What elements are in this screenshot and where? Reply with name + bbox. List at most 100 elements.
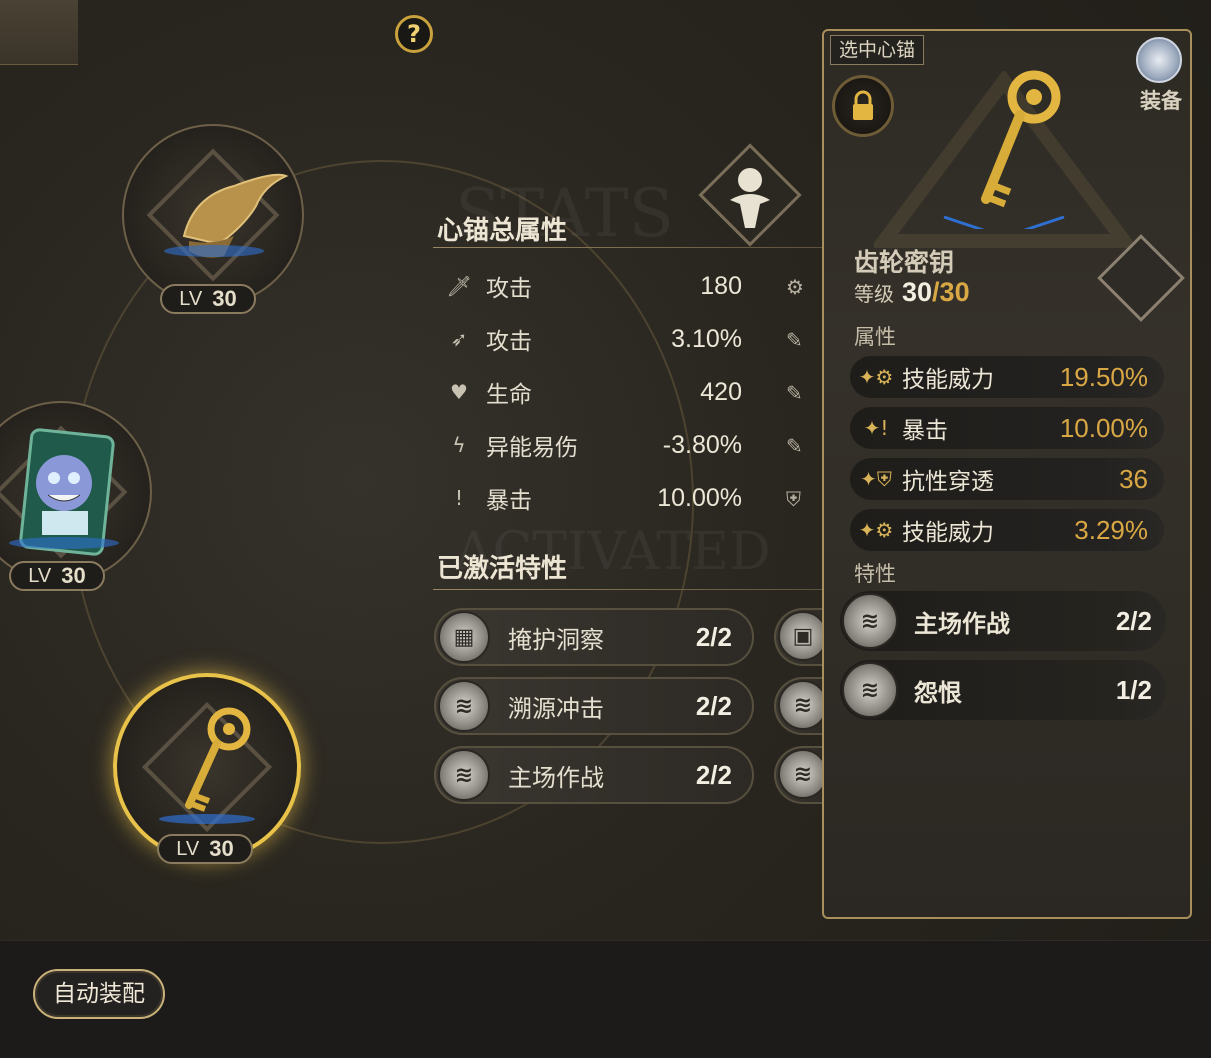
anchor-slot-2[interactable] — [0, 401, 152, 583]
crit-icon: ! — [454, 486, 464, 510]
stats-section-title: 心锚总属性 — [437, 216, 568, 246]
trait-item-partial[interactable]: ≋ — [774, 746, 826, 804]
trait-item[interactable]: ▦ 掩护洞察 2/2 — [434, 608, 754, 666]
trait-count: 2/2 — [695, 690, 732, 721]
trait-name: 掩护洞察 — [508, 625, 604, 654]
slot-1-level-badge: LV 30 — [160, 284, 256, 314]
attribute-value: 19.50% — [1059, 361, 1148, 392]
attribute-name: 技能威力 — [902, 367, 994, 393]
gear-stat-icon: ⚙ — [786, 275, 804, 299]
item-name: 齿轮密钥 — [854, 248, 955, 277]
panel-tag: 选中心锚 — [830, 35, 925, 65]
trait-name: 主场作战 — [508, 763, 604, 792]
equipped-character-avatar[interactable] — [1136, 37, 1182, 83]
trait-name: 怨恨 — [914, 678, 962, 707]
level-label: 等级 — [854, 282, 894, 306]
attribute-row: ✦! 暴击 10.00% — [850, 407, 1164, 449]
attribute-name: 抗性穿透 — [902, 469, 994, 495]
item-level: 等级 30/30 — [854, 277, 970, 308]
stat-row: ! 暴击 10.00% — [442, 478, 742, 518]
trait-count: 2/2 — [695, 621, 732, 652]
selected-anchor-panel: 选中心锚 装备 齿轮密钥 等级 30/30 属性 ✦⚙ 技能威力 19.50% … — [822, 29, 1192, 919]
attribute-row: ✦⛨ 抗性穿透 36 — [850, 458, 1164, 500]
level-value: 30 — [61, 563, 86, 588]
panel-trait[interactable]: ≋ 怨恨 1/2 — [840, 660, 1166, 720]
level-max: /30 — [932, 277, 970, 307]
stats-divider — [433, 247, 833, 248]
anchor-slot-3[interactable] — [113, 673, 301, 861]
cheshire-cat-card-icon — [0, 425, 128, 559]
level-label: LV — [176, 837, 200, 860]
gear-key-icon — [141, 701, 273, 833]
equip-label: 装备 — [1140, 89, 1182, 113]
attribute-value: 36 — [1119, 463, 1148, 494]
stat-value: 420 — [700, 377, 742, 406]
trait-count: 2/2 — [1115, 605, 1152, 636]
trait-count: 1/2 — [1115, 674, 1152, 705]
shield-plate-icon: ▣ — [778, 611, 826, 661]
attribute-name: 暴击 — [902, 418, 948, 444]
gear-key-icon — [943, 70, 1065, 229]
stat-name: 攻击 — [486, 276, 532, 302]
stat-name: 攻击 — [486, 329, 532, 355]
stat-name: 暴击 — [486, 488, 532, 514]
attribute-row: ✦⚙ 技能威力 19.50% — [850, 356, 1164, 398]
stat-value: 180 — [700, 271, 742, 300]
crit-icon: ✦! — [863, 416, 889, 440]
stat-row: 🗡 攻击 180 — [442, 266, 742, 306]
pen-stat-icon: ✎ — [786, 434, 803, 458]
claw-slash-icon: ≋ — [438, 680, 490, 732]
stat-row: ➶ 攻击 3.10% — [442, 319, 742, 359]
trait-item-partial[interactable]: ≋ — [774, 677, 826, 735]
traits-section-title: 已激活特性 — [437, 554, 568, 584]
trait-item-partial[interactable]: ▣ — [774, 608, 826, 666]
level-value: 30 — [212, 286, 237, 311]
traits-label: 特性 — [854, 562, 896, 586]
trait-item[interactable]: ≋ 主场作战 2/2 — [434, 746, 754, 804]
attribute-row: ✦⚙ 技能威力 3.29% — [850, 509, 1164, 551]
attribute-value: 10.00% — [1059, 412, 1148, 443]
center-pedestal-icon — [698, 143, 802, 247]
stat-name: 生命 — [486, 382, 532, 408]
pen-stat-icon: ✎ — [786, 381, 803, 405]
claw-slash-icon: ≋ — [842, 593, 898, 649]
level-value: 30 — [209, 836, 234, 861]
trait-name: 主场作战 — [914, 609, 1010, 638]
claw-slash-icon: ≋ — [842, 662, 898, 718]
stat-value: -3.80% — [662, 430, 742, 459]
stat-row: ϟ 异能易伤 -3.80% — [442, 425, 742, 465]
panel-trait[interactable]: ≋ 主场作战 2/2 — [840, 591, 1166, 651]
lightning-icon: ϟ — [452, 433, 466, 457]
resist-pen-icon: ✦⛨ — [860, 467, 892, 491]
slot-3-level-badge: LV 30 — [157, 834, 253, 864]
top-left-tab[interactable] — [0, 0, 78, 65]
slot-2-level-badge: LV 30 — [9, 561, 105, 591]
help-button[interactable]: ? — [395, 15, 433, 53]
trait-item[interactable]: ≋ 溯源冲击 2/2 — [434, 677, 754, 735]
pen-stat-icon: ✎ — [786, 328, 803, 352]
attribute-name: 技能威力 — [902, 520, 994, 546]
claw-slash-icon: ≋ — [778, 680, 826, 730]
stat-value: 10.00% — [657, 483, 742, 512]
stat-value: 3.10% — [671, 324, 742, 353]
winged-ornament-icon — [146, 148, 289, 282]
attributes-label: 属性 — [854, 325, 896, 349]
level-current: 30 — [902, 277, 933, 307]
level-label: LV — [179, 287, 203, 310]
claw-slash-icon: ≋ — [778, 749, 826, 799]
trait-count: 2/2 — [695, 759, 732, 790]
heart-icon: ♥ — [450, 380, 468, 404]
bottom-bar — [0, 940, 1211, 1058]
question-icon: ? — [407, 20, 421, 48]
wall-slash-icon: ▦ — [438, 611, 490, 663]
traits-divider — [433, 589, 833, 590]
shield-stat-icon: ⛨ — [786, 487, 801, 511]
auto-equip-button[interactable]: 自动装配 — [33, 969, 165, 1019]
sword-icon: 🗡 — [446, 274, 472, 298]
arrow-icon: ➶ — [450, 327, 468, 351]
skill-power-icon: ✦⚙ — [858, 518, 894, 542]
stat-name: 异能易伤 — [486, 435, 578, 461]
anchor-slot-1[interactable] — [122, 124, 304, 306]
trait-name: 溯源冲击 — [508, 694, 604, 723]
stat-row: ♥ 生命 420 — [442, 372, 742, 412]
